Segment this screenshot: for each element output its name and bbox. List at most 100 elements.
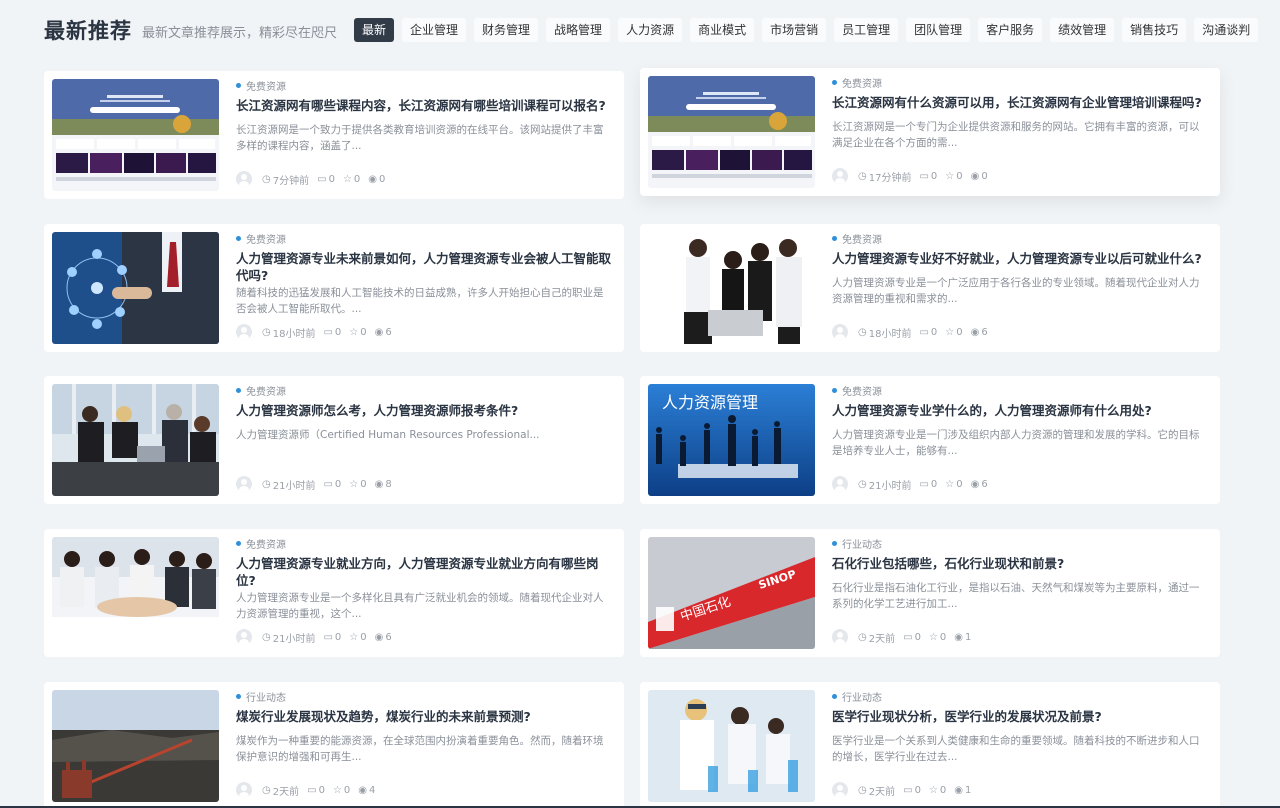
article-category[interactable]: 免费资源: [832, 384, 1208, 398]
article-card[interactable]: 免费资源 人力管理资源专业就业方向，人力管理资源专业就业方向有哪些岗位? 人力管…: [44, 529, 624, 657]
article-category[interactable]: 行业动态: [236, 690, 612, 704]
avatar[interactable]: [832, 629, 848, 645]
article-card[interactable]: 行业动态 煤炭行业发展现状及趋势，煤炭行业的未来前景预测? 煤炭作为一种重要的能…: [44, 682, 624, 808]
clock-icon: ◷: [262, 784, 271, 796]
article-excerpt: 人力管理资源专业是一个多样化且具有广泛就业机会的领域。随着现代企业对人力资源管理…: [236, 592, 604, 620]
avatar[interactable]: [832, 476, 848, 492]
article-excerpt: 人力管理资源专业是一个广泛应用于各行各业的专业领域。随着现代企业对人力资源管理的…: [832, 277, 1200, 305]
avatar[interactable]: [236, 782, 252, 798]
avatar[interactable]: [832, 324, 848, 340]
article-excerpt: 人力管理资源专业是一门涉及组织内部人力资源的管理和发展的学科。它的目标是培养专业…: [832, 429, 1200, 457]
comment-icon: ▭: [317, 173, 327, 185]
article-card[interactable]: 中国石化 SINOP 行业动态 石化行业包括哪些，石化行业现状和前景? 石化行业…: [640, 529, 1220, 657]
clock-icon: ◷: [262, 631, 271, 643]
article-title[interactable]: 长江资源网有什么资源可以用，长江资源网有企业管理培训课程吗?: [832, 94, 1208, 111]
tab-enterprise-management[interactable]: 企业管理: [402, 18, 467, 42]
article-category[interactable]: 免费资源: [236, 232, 612, 246]
article-card[interactable]: 行业动态 医学行业现状分析，医学行业的发展状况及前景? 医学行业是一个关系到人类…: [640, 682, 1220, 808]
article-card[interactable]: 免费资源 人力管理资源师怎么考，人力管理资源师报考条件? 人力管理资源师（Cer…: [44, 376, 624, 504]
thumbnail-overlay-text: 人力资源管理: [662, 393, 758, 412]
clock-icon: ◷: [858, 170, 867, 182]
avatar[interactable]: [236, 629, 252, 645]
article-thumbnail[interactable]: [648, 76, 815, 188]
article-card[interactable]: 免费资源 人力管理资源专业未来前景如何，人力管理资源专业会被人工智能取代吗? 随…: [44, 224, 624, 352]
avatar[interactable]: [236, 171, 252, 187]
section-subtitle: 最新文章推荐展示，精彩尽在咫尺: [142, 25, 338, 41]
star-icon: ☆: [928, 784, 938, 796]
eye-icon: ◉: [954, 784, 964, 796]
article-title[interactable]: 人力管理资源专业好不好就业，人力管理资源专业以后可就业什么?: [832, 250, 1208, 267]
article-meta: ◷ 21小时前 ▭ 0 ☆ 0 ◉ 8: [236, 476, 400, 492]
eye-icon: ◉: [374, 631, 384, 643]
article-meta: ◷ 21小时前 ▭ 0 ☆ 0 ◉ 6: [832, 476, 996, 492]
comment-icon: ▭: [323, 631, 333, 643]
comment-icon: ▭: [323, 478, 333, 490]
article-excerpt: 人力管理资源师（Certified Human Resources Profes…: [236, 429, 540, 441]
tab-business-model[interactable]: 商业模式: [690, 18, 755, 42]
clock-icon: ◷: [858, 631, 867, 643]
article-card[interactable]: 免费资源 长江资源网有什么资源可以用，长江资源网有企业管理培训课程吗? 长江资源…: [640, 68, 1220, 196]
article-meta: ◷ 18小时前 ▭ 0 ☆ 0 ◉ 6: [832, 324, 996, 340]
star-icon: ☆: [945, 326, 955, 338]
category-tabs: 最新 企业管理 财务管理 战略管理 人力资源 商业模式 市场营销 员工管理 团队…: [354, 18, 1259, 42]
avatar[interactable]: [236, 324, 252, 340]
tab-sales-skills[interactable]: 销售技巧: [1122, 18, 1187, 42]
article-title[interactable]: 煤炭行业发展现状及趋势，煤炭行业的未来前景预测?: [236, 708, 612, 725]
star-icon: ☆: [349, 326, 359, 338]
article-thumbnail[interactable]: 中国石化 SINOP: [648, 537, 815, 649]
avatar[interactable]: [832, 168, 848, 184]
tab-human-resources[interactable]: 人力资源: [618, 18, 683, 42]
avatar[interactable]: [832, 782, 848, 798]
article-thumbnail[interactable]: [648, 690, 815, 802]
tab-customer-service[interactable]: 客户服务: [978, 18, 1043, 42]
star-icon: ☆: [332, 784, 342, 796]
article-category[interactable]: 免费资源: [236, 79, 612, 93]
article-category[interactable]: 行业动态: [832, 690, 1208, 704]
avatar[interactable]: [236, 476, 252, 492]
tab-latest[interactable]: 最新: [354, 18, 395, 42]
tab-marketing[interactable]: 市场营销: [762, 18, 827, 42]
eye-icon: ◉: [970, 478, 980, 490]
star-icon: ☆: [945, 170, 955, 182]
article-thumbnail[interactable]: [648, 232, 815, 344]
eye-icon: ◉: [374, 478, 384, 490]
article-title[interactable]: 人力管理资源专业学什么的，人力管理资源师有什么用处?: [832, 402, 1208, 419]
article-card[interactable]: 免费资源 长江资源网有哪些课程内容，长江资源网有哪些培训课程可以报名? 长江资源…: [44, 71, 624, 199]
tab-finance-management[interactable]: 财务管理: [474, 18, 539, 42]
article-category[interactable]: 免费资源: [236, 384, 612, 398]
tab-strategy-management[interactable]: 战略管理: [546, 18, 611, 42]
article-title[interactable]: 人力管理资源师怎么考，人力管理资源师报考条件?: [236, 402, 612, 419]
article-title[interactable]: 长江资源网有哪些课程内容，长江资源网有哪些培训课程可以报名?: [236, 97, 612, 114]
tab-team-management[interactable]: 团队管理: [906, 18, 971, 42]
clock-icon: ◷: [262, 326, 271, 338]
section-title: 最新推荐: [44, 19, 132, 43]
article-card[interactable]: 人力资源管理 免费资源 人力管理资源专业学什么的，人力管理资源师有什么用处? 人…: [640, 376, 1220, 504]
star-icon: ☆: [945, 478, 955, 490]
comment-icon: ▭: [919, 326, 929, 338]
article-card[interactable]: 免费资源 人力管理资源专业好不好就业，人力管理资源专业以后可就业什么? 人力管理…: [640, 224, 1220, 352]
article-category[interactable]: 免费资源: [236, 537, 612, 551]
article-title[interactable]: 石化行业包括哪些，石化行业现状和前景?: [832, 555, 1208, 572]
article-thumbnail[interactable]: [52, 232, 219, 344]
comment-icon: ▭: [323, 326, 333, 338]
article-excerpt: 随着科技的迅猛发展和人工智能技术的日益成熟，许多人开始担心自己的职业是否会被人工…: [236, 287, 604, 315]
article-title[interactable]: 医学行业现状分析，医学行业的发展状况及前景?: [832, 708, 1208, 725]
article-thumbnail[interactable]: [52, 537, 219, 649]
article-thumbnail[interactable]: [52, 384, 219, 496]
tab-negotiation[interactable]: 沟通谈判: [1194, 18, 1259, 42]
clock-icon: ◷: [262, 173, 271, 185]
article-meta: ◷ 18小时前 ▭ 0 ☆ 0 ◉ 6: [236, 324, 400, 340]
article-category[interactable]: 免费资源: [832, 232, 1208, 246]
article-category[interactable]: 免费资源: [832, 76, 1208, 90]
article-excerpt: 长江资源网是一个致力于提供各类教育培训资源的在线平台。该网站提供了丰富多样的课程…: [236, 124, 604, 152]
tab-performance-management[interactable]: 绩效管理: [1050, 18, 1115, 42]
star-icon: ☆: [928, 631, 938, 643]
eye-icon: ◉: [374, 326, 384, 338]
article-thumbnail[interactable]: [52, 690, 219, 802]
article-category[interactable]: 行业动态: [832, 537, 1208, 551]
article-thumbnail[interactable]: 人力资源管理: [648, 384, 815, 496]
article-thumbnail[interactable]: [52, 79, 219, 191]
tab-employee-management[interactable]: 员工管理: [834, 18, 899, 42]
article-title[interactable]: 人力管理资源专业就业方向，人力管理资源专业就业方向有哪些岗位?: [236, 555, 612, 589]
article-title[interactable]: 人力管理资源专业未来前景如何，人力管理资源专业会被人工智能取代吗?: [236, 250, 612, 284]
